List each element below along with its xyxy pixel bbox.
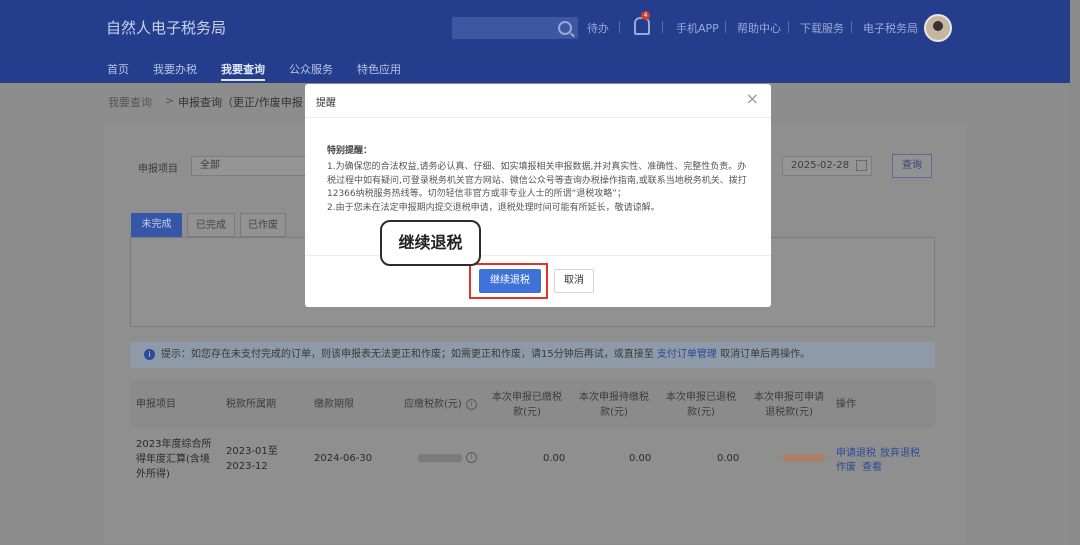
filter-item-select[interactable]: 全部 <box>191 156 307 176</box>
col-pending: 本次申报待缴税款(元) <box>579 392 649 418</box>
notice-text-end: 取消订单后再操作。 <box>720 349 811 360</box>
breadcrumb-separator: > <box>165 94 175 107</box>
view-link[interactable]: 查看 <box>862 458 882 473</box>
info-icon[interactable]: i <box>466 399 477 410</box>
dialog-body: 1.为确保您的合法权益,请务必认真、仔细、如实填报相关申报数据,并对真实性、准确… <box>327 161 752 215</box>
e-tax-link[interactable]: 电子税务局 <box>863 20 918 36</box>
row-refunded: 0.00 <box>717 453 740 464</box>
header-divider <box>851 21 852 33</box>
tab-completed[interactable]: 已完成 <box>187 213 235 237</box>
row-deadline: 2024-06-30 <box>314 453 373 464</box>
tab-incomplete[interactable]: 未完成 <box>131 213 182 237</box>
download-link[interactable]: 下载服务 <box>800 20 844 36</box>
nav-special-apps[interactable]: 特色应用 <box>357 61 401 77</box>
breadcrumb-root[interactable]: 我要查询 <box>108 94 152 110</box>
filter-item-label: 申报项目 <box>138 164 178 175</box>
close-icon[interactable]: × <box>746 90 759 108</box>
tab-voided[interactable]: 已作废 <box>240 213 286 237</box>
blurred-refund-amount <box>783 454 825 462</box>
row-paid: 0.00 <box>543 453 566 464</box>
row-pending: 0.00 <box>629 453 652 464</box>
header-divider <box>725 21 726 33</box>
col-refunded: 本次申报已退税款(元) <box>666 392 736 418</box>
dialog-paragraph-2: 2.由于您未在法定申报期内提交退税申请，退税处理时间可能有所延长，敬请谅解。 <box>327 202 660 213</box>
info-icon: i <box>144 348 155 360</box>
notice-text: 提示：如您存在未支付完成的订单，则该申报表无法更正和作废；如需更正和作废，请15… <box>161 349 654 360</box>
help-center-link[interactable]: 帮助中心 <box>737 20 781 36</box>
col-paid: 本次申报已缴税款(元) <box>492 392 562 418</box>
void-link[interactable]: 作废 <box>836 458 856 473</box>
top-header: 自然人电子税务局 待办 4 手机APP 帮助中心 下载服务 电子税务局 首页 我… <box>0 0 1070 83</box>
blurred-tax-amount <box>418 454 462 462</box>
apply-refund-link[interactable]: 申请退税 <box>836 444 876 459</box>
nav-tax-handling[interactable]: 我要办税 <box>153 61 197 77</box>
header-divider <box>662 21 663 33</box>
dialog-subtitle: 特别提醒： <box>327 146 373 156</box>
todo-link[interactable]: 待办 <box>587 20 609 36</box>
nav-query[interactable]: 我要查询 <box>221 61 265 77</box>
callout-label: 继续退税 <box>380 220 481 266</box>
order-management-link[interactable]: 支付订单管理 <box>657 349 717 360</box>
search-icon[interactable] <box>558 21 572 35</box>
screen: 自然人电子税务局 待办 4 手机APP 帮助中心 下载服务 电子税务局 首页 我… <box>0 0 1080 545</box>
row-item: 2023年度综合所得年度汇算(含境外所得) <box>136 439 212 480</box>
waive-refund-link[interactable]: 放弃退税 <box>880 444 920 459</box>
bell-icon[interactable] <box>634 17 650 35</box>
notification-badge: 4 <box>641 11 650 20</box>
calendar-icon[interactable] <box>856 160 867 171</box>
dialog-title: 提醒 <box>316 98 336 109</box>
avatar[interactable] <box>924 14 952 42</box>
highlight-box <box>469 263 548 299</box>
notice-bar: i 提示：如您存在未支付完成的订单，则该申报表无法更正和作废；如需更正和作废，请1… <box>130 342 935 368</box>
dialog-footer-divider <box>305 255 771 256</box>
col-actions: 操作 <box>836 399 856 410</box>
info-icon[interactable]: i <box>466 452 477 463</box>
row-period: 2023-01至2023-12 <box>226 446 278 472</box>
nav-active-indicator <box>221 79 265 81</box>
dialog-header: 提醒 × <box>305 84 771 118</box>
query-button[interactable]: 查询 <box>892 154 932 178</box>
breadcrumb-current: 申报查询（更正/作废申报 <box>178 96 303 109</box>
col-period: 税款所属期 <box>226 399 276 410</box>
header-divider <box>788 21 789 33</box>
header-divider <box>619 21 620 33</box>
col-deadline: 缴款期限 <box>314 399 354 410</box>
col-item: 申报项目 <box>136 399 176 410</box>
cancel-button[interactable]: 取消 <box>554 269 594 293</box>
site-title[interactable]: 自然人电子税务局 <box>106 17 226 38</box>
col-refundable: 本次申报可申请退税款(元) <box>754 392 824 418</box>
dialog-paragraph-1: 1.为确保您的合法权益,请务必认真、仔细、如实填报相关申报数据,并对真实性、准确… <box>327 162 747 200</box>
nav-home[interactable]: 首页 <box>107 61 129 77</box>
col-tax-due: 应缴税款(元) <box>404 399 462 410</box>
nav-public-service[interactable]: 公众服务 <box>289 61 333 77</box>
search-input[interactable] <box>452 17 578 39</box>
mobile-app-link[interactable]: 手机APP <box>676 20 719 36</box>
